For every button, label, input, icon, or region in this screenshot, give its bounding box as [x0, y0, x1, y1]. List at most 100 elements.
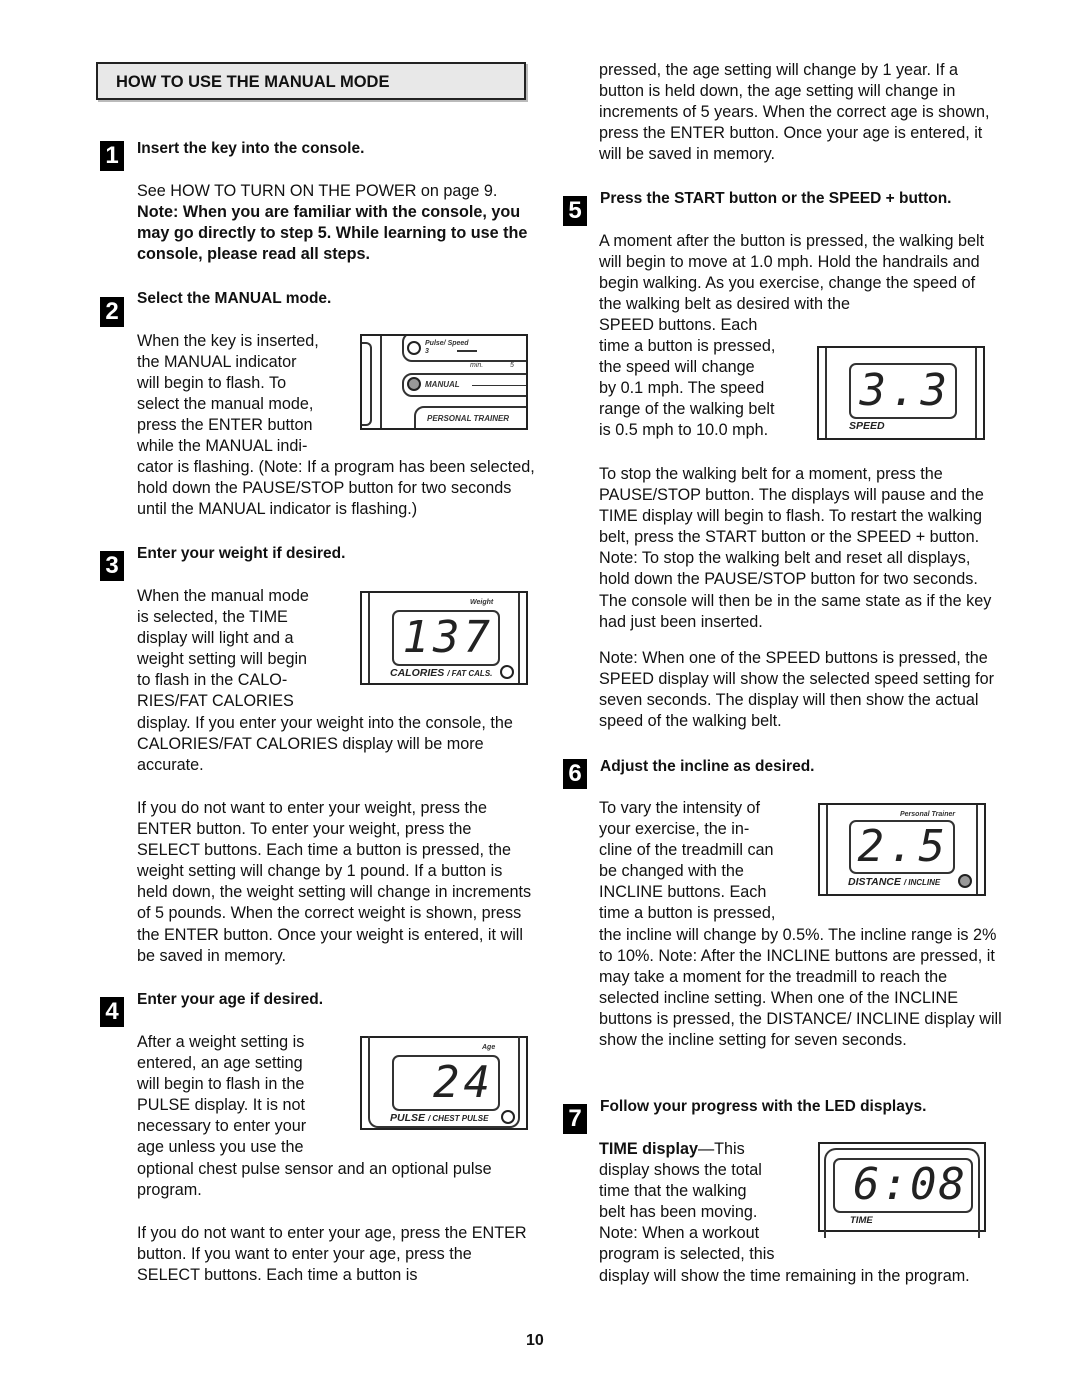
text-line: display shows the total [599, 1161, 762, 1180]
manual-indicator-light-icon [407, 377, 421, 391]
chest-pulse-label: CHEST PULSE [432, 1114, 489, 1123]
distance-label-main: DISTANCE [848, 876, 901, 888]
text-line: display will light and a [137, 629, 294, 648]
indicator-light-icon [407, 341, 421, 355]
step-number-1: 1 [100, 141, 124, 171]
step-4-paragraph-2-cont: pressed, the age setting will change by … [599, 61, 990, 164]
step-number-2: 2 [100, 297, 124, 327]
manual-label: MANUAL [425, 380, 460, 389]
step-5-text-top: A moment after the button is pressed, th… [599, 232, 985, 314]
weight-value: 137 [402, 612, 494, 663]
lcd-screen: 3.3 [849, 363, 957, 419]
step-5-title: Press the START button or the SPEED + bu… [600, 190, 952, 207]
panel-edge [825, 348, 827, 438]
panel-edge [362, 342, 372, 426]
age-display-figure: Age 24 PULSE / CHEST PULSE [360, 1036, 528, 1130]
time-label: TIME [850, 1215, 873, 1226]
step-3-text-rest: display. If you enter your weight into t… [137, 714, 513, 775]
step-1-body: See HOW TO TURN ON THE POWER on page 9. [137, 182, 498, 200]
step-7-text-rest: display will show the time remaining in … [599, 1267, 970, 1285]
distance-label: DISTANCE / INCLINE [848, 876, 941, 888]
text-line: cline of the treadmill can [599, 841, 774, 860]
text-line: necessary to enter your [137, 1117, 307, 1136]
step-4-wrap-text: After a weight setting is entered, an ag… [137, 1032, 357, 1159]
lcd-screen: 137 [392, 610, 500, 666]
text-line: time a button is pressed, [599, 337, 776, 356]
section-header: HOW TO USE THE MANUAL MODE [96, 62, 526, 100]
indicator-light-icon [500, 665, 514, 679]
text-line: time a button is pressed, [599, 904, 776, 923]
incline-value: 2.5 [857, 821, 949, 872]
text-line: to flash in the CALO- [137, 671, 288, 690]
incline-label: INCLINE [908, 878, 941, 887]
weight-display-figure: Weight 137 CALORIES / FAT CALS. [360, 591, 528, 685]
step-number-6: 6 [563, 759, 587, 789]
text-line: your exercise, the in- [599, 820, 750, 839]
lcd-screen: 6:08 [833, 1158, 973, 1213]
step-3-title: Enter your weight if desired. [137, 545, 346, 562]
calories-label: CALORIES / FAT CALS. [390, 667, 493, 679]
text-line: will begin to flash in the [137, 1075, 305, 1094]
text-line: press the ENTER button [137, 416, 313, 435]
manual-indicator-figure: Pulse/ Speed 3 min. 5 MANUAL PERSONAL TR… [360, 334, 528, 430]
incline-display-figure: Personal Trainer 2.5 DISTANCE / INCLINE [818, 803, 986, 896]
step-3-wrap-text: When the manual mode is selected, the TI… [137, 586, 357, 713]
panel-edge [518, 593, 520, 683]
connector-line [457, 350, 477, 352]
age-label: Age [482, 1044, 496, 1051]
text-line: SPEED buttons. Each [599, 316, 758, 334]
text-line: the MANUAL indicator [137, 353, 297, 372]
page-number: 10 [526, 1332, 544, 1349]
text-line: belt has been moving. [599, 1203, 758, 1222]
age-value: 24 [433, 1057, 494, 1108]
weight-label: Weight [470, 599, 494, 606]
panel-edge [975, 348, 977, 438]
text-line: When the manual mode [137, 587, 309, 605]
text-line: weight setting will begin [137, 650, 308, 669]
text-line: the speed will change [599, 358, 755, 377]
step-5-wrap-text: SPEED buttons. Each time a button is pre… [599, 315, 819, 442]
text-line: select the manual mode, [137, 395, 314, 414]
panel-divider [380, 336, 382, 428]
text-line: is selected, the TIME [137, 608, 288, 627]
panel-edge [976, 805, 978, 894]
step-2-text-rest: cator is flashing. (Note: If a program h… [137, 458, 535, 519]
panel-edge [368, 593, 370, 683]
step-3-paragraph-2: If you do not want to enter your weight,… [137, 799, 532, 965]
section-title: HOW TO USE THE MANUAL MODE [116, 73, 390, 91]
text-line: time that the walking [599, 1182, 747, 1201]
text-line: program is selected, this [599, 1245, 775, 1264]
text-line: be changed with the [599, 862, 744, 881]
text-line: To vary the intensity of [599, 799, 761, 817]
step-6-text-rest: the incline will change by 0.5%. The inc… [599, 926, 1002, 1050]
speed-display-figure: 3.3 SPEED [817, 346, 985, 440]
pulse-label: PULSE / CHEST PULSE [390, 1112, 489, 1124]
pulse-speed-label: Pulse/ Speed 3 [425, 340, 469, 355]
min-label: min. [470, 362, 484, 369]
step-6-wrap-text: To vary the intensity of your exercise, … [599, 798, 819, 925]
calories-label-main: CALORIES [390, 667, 445, 679]
text-line: age unless you use the [137, 1138, 304, 1157]
step-6-title: Adjust the incline as desired. [600, 758, 815, 775]
step-1-note: Note: When you are familiar with the con… [137, 203, 528, 264]
text-line: will begin to flash. To [137, 374, 287, 393]
lcd-screen: 2.5 [849, 820, 955, 874]
text-line: When the key is inserted, [137, 332, 319, 350]
indicator-light-icon [501, 1110, 515, 1124]
time-display-heading: TIME display [599, 1140, 698, 1158]
min-value: 5 [510, 362, 514, 369]
step-7-wrap-text: TIME display—This display shows the tota… [599, 1139, 819, 1266]
panel-edge [826, 805, 828, 894]
text-line: After a weight setting is [137, 1033, 305, 1051]
text-line: INCLINE buttons. Each [599, 883, 767, 902]
text-line: entered, an age setting [137, 1054, 303, 1073]
step-number-4: 4 [100, 997, 124, 1027]
step-number-3: 3 [100, 551, 124, 581]
step-4-paragraph-2: If you do not want to enter your age, pr… [137, 1224, 527, 1285]
pulse-label-main: PULSE [390, 1112, 426, 1124]
step-5-paragraph-3: Note: When one of the SPEED buttons is p… [599, 649, 994, 731]
text-line: Note: When a workout [599, 1224, 760, 1243]
text-line: is 0.5 mph to 10.0 mph. [599, 421, 769, 440]
step-7-title: Follow your progress with the LED displa… [600, 1098, 927, 1115]
fat-cals-label: FAT CALS. [451, 669, 493, 678]
